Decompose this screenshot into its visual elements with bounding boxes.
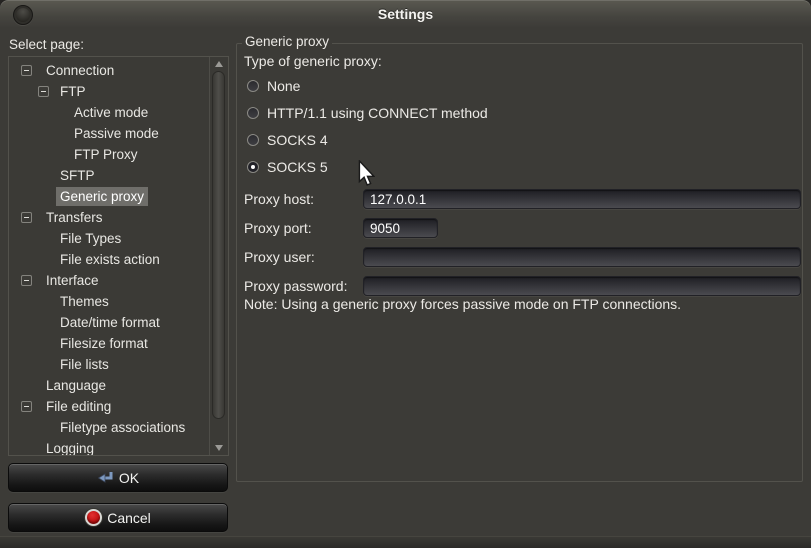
- tree-item-label: Connection: [42, 61, 118, 80]
- tree-item-language[interactable]: Language: [9, 375, 207, 396]
- expander-minus-icon[interactable]: [21, 275, 32, 286]
- tree-item-generic-proxy[interactable]: Generic proxy: [9, 186, 207, 207]
- expander-minus-icon[interactable]: [38, 86, 49, 97]
- radio-selected-icon[interactable]: [247, 161, 259, 173]
- scroll-down-icon[interactable]: [215, 445, 223, 451]
- proxy-port-label: Proxy port:: [244, 220, 312, 236]
- groupbox-title: Generic proxy: [242, 34, 332, 49]
- tree-item-file-exists-action[interactable]: File exists action: [9, 249, 207, 270]
- tree-item-ftp-proxy[interactable]: FTP Proxy: [9, 144, 207, 165]
- cancel-button[interactable]: Cancel: [8, 503, 228, 532]
- tree-item-label: Generic proxy: [56, 187, 148, 206]
- window-bottom-edge: [0, 536, 811, 548]
- ok-button[interactable]: OK: [8, 463, 228, 492]
- select-page-label: Select page:: [9, 37, 84, 52]
- cancel-button-label: Cancel: [107, 510, 151, 526]
- tree-item-date-time-format[interactable]: Date/time format: [9, 312, 207, 333]
- radio-option-socks-4[interactable]: SOCKS 4: [237, 132, 637, 148]
- radio-option-none[interactable]: None: [237, 78, 637, 94]
- radio-option-socks-5[interactable]: SOCKS 5: [237, 159, 637, 175]
- proxy-user-input[interactable]: [363, 247, 801, 267]
- radio-icon[interactable]: [247, 134, 259, 146]
- tree-item-label: SFTP: [56, 166, 99, 185]
- tree-item-label: Active mode: [70, 103, 152, 122]
- tree-item-filetype-associations[interactable]: Filetype associations: [9, 417, 207, 438]
- proxy-port-input[interactable]: [363, 218, 438, 238]
- tree-item-label: File exists action: [56, 250, 164, 269]
- expander-minus-icon[interactable]: [21, 65, 32, 76]
- tree-item-connection[interactable]: Connection: [9, 60, 207, 81]
- tree-item-filesize-format[interactable]: Filesize format: [9, 333, 207, 354]
- tree-item-label: Language: [42, 376, 110, 395]
- generic-proxy-groupbox: Generic proxy Type of generic proxy: Non…: [236, 43, 803, 482]
- tree-item-label: FTP: [56, 82, 90, 101]
- titlebar: Settings: [0, 0, 811, 28]
- tree-scrollbar[interactable]: [209, 57, 228, 455]
- radio-option-label: HTTP/1.1 using CONNECT method: [267, 105, 488, 121]
- scrollbar-thumb[interactable]: [212, 71, 225, 419]
- tree-item-ftp[interactable]: FTP: [9, 81, 207, 102]
- tree-item-interface[interactable]: Interface: [9, 270, 207, 291]
- tree-item-file-types[interactable]: File Types: [9, 228, 207, 249]
- tree-item-label: Filesize format: [56, 334, 152, 353]
- tree-item-label: File Types: [56, 229, 125, 248]
- proxy-type-label: Type of generic proxy:: [244, 53, 382, 69]
- radio-icon[interactable]: [247, 80, 259, 92]
- radio-option-http-1-1-using-connect-method[interactable]: HTTP/1.1 using CONNECT method: [237, 105, 637, 121]
- tree-item-label: File lists: [56, 355, 113, 374]
- settings-window: Settings Select page: Connection FTP Activ…: [0, 0, 811, 548]
- tree-item-label: Passive mode: [70, 124, 163, 143]
- tree-item-passive-mode[interactable]: Passive mode: [9, 123, 207, 144]
- stop-icon: [85, 509, 102, 526]
- settings-tree[interactable]: Connection FTP Active mode Passive mode FTP …: [8, 56, 229, 456]
- radio-option-label: SOCKS 5: [267, 159, 328, 175]
- tree-item-transfers[interactable]: Transfers: [9, 207, 207, 228]
- tree-item-label: Interface: [42, 271, 103, 290]
- proxy-host-label: Proxy host:: [244, 191, 314, 207]
- tree-item-label: Logging: [42, 439, 98, 456]
- tree-item-logging[interactable]: Logging: [9, 438, 207, 456]
- tree-item-label: Themes: [56, 292, 113, 311]
- tree-item-sftp[interactable]: SFTP: [9, 165, 207, 186]
- proxy-note: Note: Using a generic proxy forces passi…: [244, 296, 681, 312]
- radio-icon[interactable]: [247, 107, 259, 119]
- radio-option-label: SOCKS 4: [267, 132, 328, 148]
- tree-item-label: Transfers: [42, 208, 107, 227]
- tree-item-label: Date/time format: [56, 313, 164, 332]
- tree-item-label: Filetype associations: [56, 418, 189, 437]
- proxy-password-input[interactable]: [363, 276, 801, 296]
- tree-item-label: File editing: [42, 397, 115, 416]
- tree-item-label: FTP Proxy: [70, 145, 142, 164]
- radio-option-label: None: [267, 78, 300, 94]
- proxy-host-input[interactable]: [363, 189, 801, 209]
- tree-item-file-lists[interactable]: File lists: [9, 354, 207, 375]
- return-arrow-icon: [97, 471, 114, 485]
- window-title: Settings: [0, 0, 811, 28]
- expander-minus-icon[interactable]: [21, 212, 32, 223]
- ok-button-label: OK: [119, 470, 139, 486]
- tree-item-file-editing[interactable]: File editing: [9, 396, 207, 417]
- tree-item-themes[interactable]: Themes: [9, 291, 207, 312]
- proxy-password-label: Proxy password:: [244, 278, 347, 294]
- expander-minus-icon[interactable]: [21, 401, 32, 412]
- proxy-user-label: Proxy user:: [244, 249, 315, 265]
- scroll-up-icon[interactable]: [215, 61, 223, 67]
- tree-item-active-mode[interactable]: Active mode: [9, 102, 207, 123]
